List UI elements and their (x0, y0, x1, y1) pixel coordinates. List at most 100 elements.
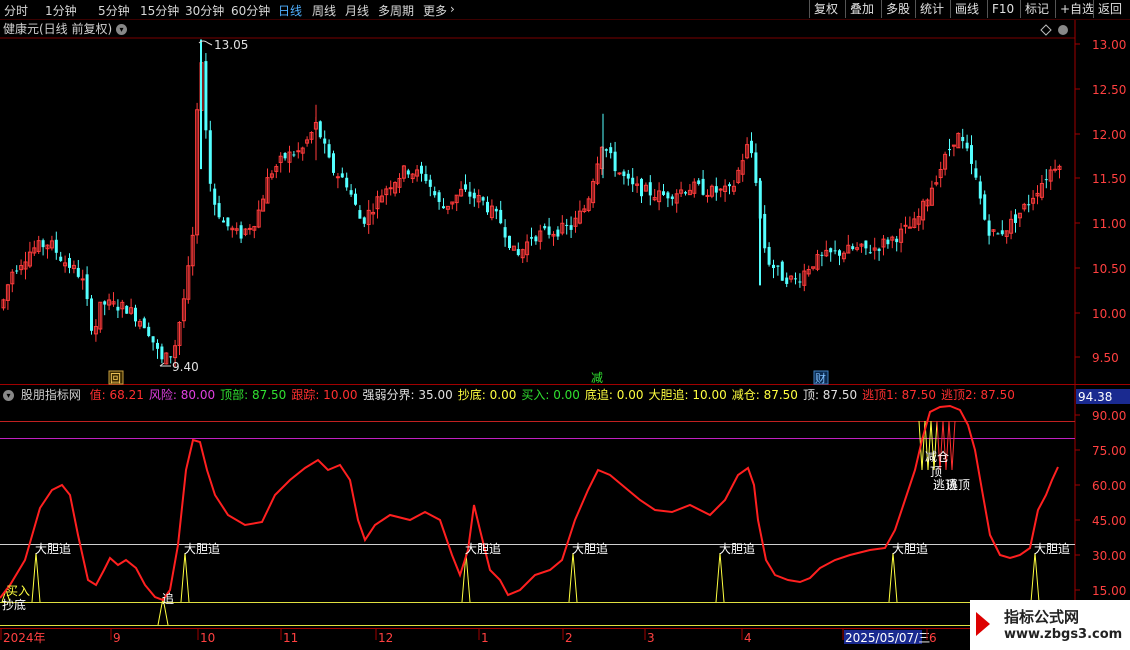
dadanzhui-spike (180, 552, 190, 603)
candle-body (349, 190, 353, 195)
chaodi-label: 抄底 (2, 597, 26, 612)
dadanzhui-label: 大胆追 (719, 541, 755, 556)
date-label: 6 (929, 631, 937, 645)
indicator-item: 逃顶2: 87.50 (941, 388, 1015, 402)
candle-body (877, 248, 881, 251)
candle-body (283, 152, 287, 159)
indicator-item: 值: 68.21 (89, 388, 144, 402)
candle-body (785, 277, 789, 284)
settings-circle-icon[interactable] (1058, 25, 1068, 35)
candle-body (226, 217, 230, 227)
dadanzhui-label: 大胆追 (572, 541, 608, 556)
candle-body (217, 203, 221, 218)
candle-body (684, 192, 687, 194)
candle-body (420, 165, 423, 174)
dadanzhui-label: 大胆追 (184, 541, 220, 556)
indicator-item: 买入: 0.00 (521, 388, 580, 402)
svg-text:财: 财 (815, 371, 826, 385)
signal-series (1, 420, 1040, 626)
candle-body (68, 257, 71, 268)
date-label: 2025/05/07/三 (845, 631, 930, 645)
candle-body (54, 239, 58, 253)
candle-body (974, 168, 978, 178)
ding-label: 顶 (930, 465, 942, 479)
candle-body (335, 176, 340, 179)
marker-jian[interactable]: 减 (591, 371, 603, 385)
price-tick-label: 11.00 (1092, 217, 1126, 231)
candle-body (213, 188, 217, 205)
candle-body (486, 201, 489, 213)
indicator-item: 底追: 0.00 (584, 388, 644, 402)
indicator-menu-icon[interactable]: ▾ (3, 390, 14, 401)
watermark-title: 指标公式网 (1004, 608, 1080, 626)
candle-body (798, 281, 802, 283)
candle-body (820, 254, 824, 256)
candle-body (464, 184, 467, 190)
price-tick-label: 12.50 (1092, 83, 1126, 97)
price-tick-label: 13.00 (1092, 38, 1126, 52)
candle-body (76, 267, 80, 277)
candle-body (648, 182, 652, 196)
date-label: 11 (283, 631, 298, 645)
candle-body (626, 173, 630, 179)
candle-body (437, 192, 441, 202)
dadanzhui-label: 大胆追 (1034, 541, 1070, 556)
candle-body (85, 274, 89, 300)
date-axis: 2024年 9 10 11 12 1 2 3 4 2025/05/07/三6 (0, 629, 937, 645)
dadanzhui-label: 大胆追 (465, 541, 501, 556)
date-label: 12 (378, 631, 393, 645)
candle-body (468, 191, 472, 197)
candle-body (15, 270, 19, 272)
marker-cai[interactable]: 财 (813, 370, 829, 385)
candle-body (516, 249, 520, 256)
candle-body (204, 61, 208, 131)
candle-body (296, 150, 301, 153)
candle-body (247, 227, 252, 230)
candle-body (996, 233, 1000, 235)
candle-body (670, 196, 674, 199)
candle-body (776, 265, 780, 267)
candle-body (1014, 214, 1017, 223)
candle-body (116, 306, 120, 311)
candle-body (406, 170, 410, 175)
dadanzhui-label: 大胆追 (892, 541, 928, 556)
candle-body (503, 227, 507, 238)
price-axis: 13.00 12.50 12.00 11.50 11.00 10.50 10.00 9.50 (1075, 38, 1126, 365)
date-label: 2 (565, 631, 573, 645)
candle-body (472, 192, 476, 199)
date-label: 4 (744, 631, 752, 645)
zhui-label: 追 (162, 591, 174, 606)
indicator-tick-label: 15.00 (1092, 584, 1126, 598)
candle-body (160, 346, 164, 360)
indicator-tick-label: 45.00 (1092, 514, 1126, 528)
high-annotation: 13.05 (198, 38, 248, 52)
mairu-label: 买入 (6, 584, 30, 598)
candle-body (433, 191, 437, 196)
candle-body (864, 240, 868, 249)
candle-body (1044, 179, 1048, 181)
candle-body (948, 149, 951, 151)
indicator-name[interactable]: 股朋指标网 (21, 388, 81, 402)
candle-body (886, 239, 890, 245)
date-label: 9 (113, 631, 121, 645)
candle-body (970, 145, 973, 164)
marker-hui[interactable]: 回 (108, 370, 124, 385)
date-label: 10 (200, 631, 215, 645)
candle-body (714, 186, 718, 193)
svg-text:回: 回 (110, 372, 121, 385)
candle-body (609, 147, 613, 154)
candle-body (697, 180, 701, 184)
candle-body (1027, 204, 1031, 206)
candle-body (767, 246, 771, 265)
candle-body (961, 136, 965, 142)
date-label: 2024年 (3, 631, 46, 645)
indicator-item: 减仓: 87.50 (731, 388, 798, 402)
candle-body (442, 206, 445, 209)
diamond-icon[interactable] (1040, 24, 1052, 36)
taoding2-label: 逃顶 (946, 478, 970, 492)
candle-body (151, 336, 155, 343)
indicator-item: 逃顶1: 87.50 (862, 388, 937, 402)
candle-body (134, 307, 137, 322)
watermark-url: www.zbgs3.com (1004, 627, 1123, 642)
candle-body (530, 237, 533, 239)
